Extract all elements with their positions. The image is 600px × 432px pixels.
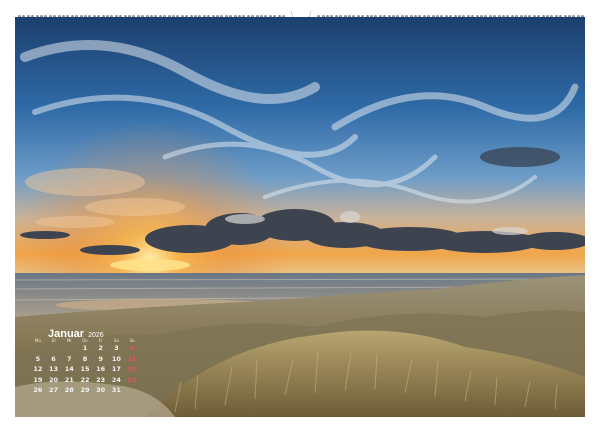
calendar-month-block: Januar 2026 Mo Di Mi Do Fr Sa So 12345678… (30, 322, 140, 397)
calendar-day: 1 (82, 344, 88, 353)
calendar-day: 31 (111, 386, 121, 395)
calendar-day: 12 (33, 365, 43, 374)
calendar-day (30, 343, 46, 354)
calendar-day: 3 (114, 344, 119, 353)
calendar-day-sunday: 25 (127, 375, 137, 384)
calendar-day: 8 (82, 354, 88, 363)
calendar-day-sunday: 11 (127, 354, 137, 363)
calendar-week-row: 1 2 3 4 (30, 343, 140, 354)
calendar-day: 30 (96, 386, 106, 395)
calendar-day: 13 (49, 365, 59, 374)
calendar-day: 21 (64, 375, 74, 384)
calendar-day: 27 (49, 386, 59, 395)
calendar-week-row: 12 13 14 15 16 17 18 (30, 364, 140, 375)
calendar-day-sunday (124, 385, 140, 396)
calendar-day (46, 343, 62, 354)
calendar-day: 2 (98, 344, 103, 353)
calendar-day: 7 (66, 354, 72, 363)
calendar-week-row: 19 20 21 22 23 24 25 (30, 375, 140, 386)
calendar-day: 29 (80, 386, 90, 395)
calendar-day: 10 (111, 354, 121, 363)
calendar-day: 20 (49, 375, 59, 384)
calendar-day-sunday: 18 (127, 365, 137, 374)
calendar-day (61, 343, 77, 354)
calendar-day: 9 (98, 354, 103, 363)
calendar-day: 24 (111, 375, 121, 384)
calendar-day: 5 (35, 354, 41, 363)
calendar-grid: Mo Di Mi Do Fr Sa So 1 2 3 4 5 6 7 8 9 10 11 12 13 14… (30, 337, 140, 396)
calendar-day: 22 (80, 375, 90, 384)
calendar-day: 16 (96, 365, 106, 374)
calendar-day: 26 (33, 386, 43, 395)
calendar-day: 14 (64, 365, 74, 374)
calendar-day: 23 (96, 375, 106, 384)
calendar-day: 19 (33, 375, 43, 384)
calendar-day: 17 (111, 365, 121, 374)
calendar-day-sunday: 4 (129, 344, 135, 353)
calendar-day: 6 (51, 354, 56, 363)
calendar-header: Januar 2026 (48, 322, 104, 340)
calendar-day: 15 (80, 365, 90, 374)
calendar-week-row: 26 27 28 29 30 31 (30, 385, 140, 396)
calendar-week-row: 5 6 7 8 9 10 11 (30, 354, 140, 365)
calendar-day: 28 (64, 386, 74, 395)
